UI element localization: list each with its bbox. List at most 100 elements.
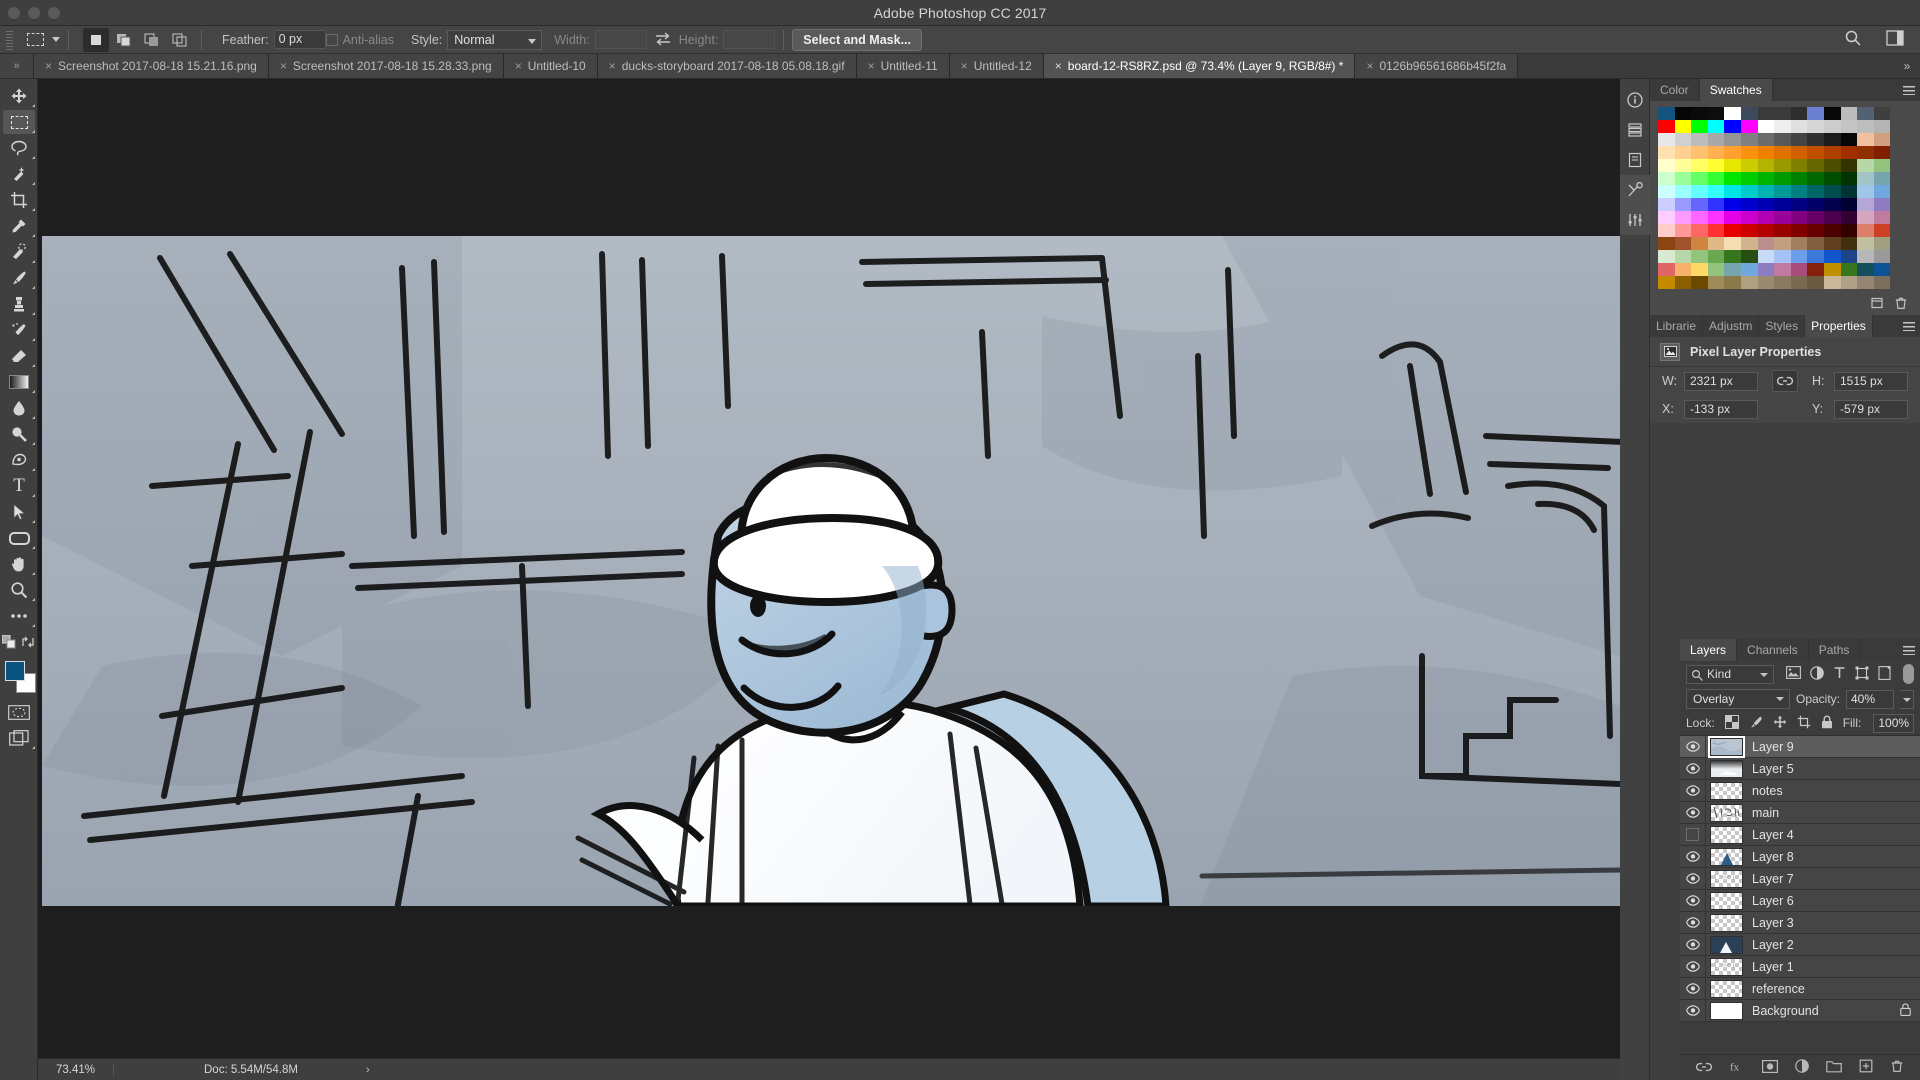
swatch[interactable] <box>1740 211 1758 224</box>
move-tool[interactable] <box>0 83 38 109</box>
swatch[interactable] <box>1707 159 1725 172</box>
swatch[interactable] <box>1740 263 1758 276</box>
layer-row[interactable]: Background <box>1680 999 1920 1022</box>
crop-tool[interactable] <box>0 187 38 213</box>
layer-row[interactable]: Layer 8 <box>1680 845 1920 868</box>
swatch[interactable] <box>1790 224 1808 237</box>
swatch[interactable] <box>1823 107 1841 120</box>
swatch[interactable] <box>1740 159 1758 172</box>
swatch[interactable] <box>1873 120 1891 133</box>
swatch[interactable] <box>1757 172 1775 185</box>
swatch[interactable] <box>1823 263 1841 276</box>
swatch[interactable] <box>1724 263 1741 276</box>
width-input[interactable] <box>594 30 647 49</box>
type-tool[interactable]: T <box>0 473 38 499</box>
swatch[interactable] <box>1840 107 1858 120</box>
swatch[interactable] <box>1757 146 1775 159</box>
quick-mask-icon[interactable] <box>0 699 38 725</box>
swatch[interactable] <box>1740 185 1758 198</box>
layer-list[interactable]: Layer 9 Layer 5 notes main Layer 4 Layer 8 Lay… <box>1680 735 1920 1054</box>
feather-input[interactable]: 0 px <box>273 30 326 49</box>
swatch[interactable] <box>1757 107 1775 120</box>
tab-adjustments[interactable]: Adjustm <box>1703 315 1760 337</box>
swatch[interactable] <box>1840 185 1858 198</box>
swatch[interactable] <box>1774 237 1791 250</box>
link-layers-icon[interactable] <box>1695 1060 1713 1075</box>
swatch[interactable] <box>1857 133 1874 146</box>
swatch[interactable] <box>1674 146 1692 159</box>
swatch[interactable] <box>1873 263 1891 276</box>
adjustments-icon[interactable] <box>1620 205 1650 235</box>
notes-icon[interactable] <box>1620 145 1650 175</box>
swatch[interactable] <box>1707 172 1725 185</box>
swatch[interactable] <box>1674 263 1692 276</box>
canvas-artboard[interactable] <box>42 236 1620 906</box>
swatch[interactable] <box>1757 250 1775 263</box>
swatch[interactable] <box>1823 276 1841 289</box>
swatch[interactable] <box>1740 237 1758 250</box>
swatch[interactable] <box>1790 185 1808 198</box>
swatch[interactable] <box>1674 185 1692 198</box>
swatch[interactable] <box>1807 263 1824 276</box>
swatch[interactable] <box>1790 133 1808 146</box>
lock-artboard-icon[interactable] <box>1797 715 1811 732</box>
layer-name[interactable]: reference <box>1752 982 1805 996</box>
swatch[interactable] <box>1840 224 1858 237</box>
swatch[interactable] <box>1691 198 1708 211</box>
close-icon[interactable]: × <box>1055 60 1062 72</box>
swatch[interactable] <box>1674 237 1692 250</box>
tab-styles[interactable]: Styles <box>1759 315 1806 337</box>
swatch[interactable] <box>1740 250 1758 263</box>
swatch[interactable] <box>1790 198 1808 211</box>
opacity-input[interactable]: 40% <box>1846 689 1894 709</box>
swatch[interactable] <box>1691 159 1708 172</box>
swatch[interactable] <box>1707 263 1725 276</box>
swatch[interactable] <box>1807 224 1824 237</box>
default-colors-icon[interactable] <box>0 629 19 655</box>
tab-properties[interactable]: Properties <box>1805 315 1873 337</box>
swatch[interactable] <box>1707 198 1725 211</box>
swatch[interactable] <box>1658 159 1675 172</box>
swatch[interactable] <box>1740 198 1758 211</box>
swatch[interactable] <box>1840 159 1858 172</box>
swatch[interactable] <box>1724 146 1741 159</box>
swatch[interactable] <box>1774 224 1791 237</box>
new-selection-button[interactable] <box>83 27 109 52</box>
close-icon[interactable]: × <box>868 60 875 72</box>
swatch[interactable] <box>1873 250 1891 263</box>
swatch[interactable] <box>1873 107 1891 120</box>
swatch[interactable] <box>1740 133 1758 146</box>
swatch[interactable] <box>1674 250 1692 263</box>
layer-filter-kind-select[interactable]: Kind <box>1686 664 1774 684</box>
swatch[interactable] <box>1823 159 1841 172</box>
layer-name[interactable]: Layer 9 <box>1752 740 1794 754</box>
close-icon[interactable]: × <box>1366 60 1373 72</box>
swatch[interactable] <box>1691 276 1708 289</box>
swatch[interactable] <box>1674 224 1692 237</box>
lock-all-icon[interactable] <box>1821 715 1833 732</box>
swatch[interactable] <box>1873 185 1891 198</box>
eye-icon[interactable] <box>1680 999 1706 1022</box>
layer-name[interactable]: Layer 6 <box>1752 894 1794 908</box>
swatch[interactable] <box>1707 211 1725 224</box>
swatch[interactable] <box>1807 211 1824 224</box>
new-group-icon[interactable] <box>1826 1060 1842 1076</box>
swatch[interactable] <box>1740 107 1758 120</box>
layer-row[interactable]: Layer 1 <box>1680 955 1920 978</box>
screen-mode-icon[interactable] <box>0 725 38 751</box>
swatch[interactable] <box>1774 263 1791 276</box>
color-selector[interactable] <box>0 659 38 699</box>
swatch[interactable] <box>1823 185 1841 198</box>
subtract-from-selection-button[interactable] <box>139 28 165 52</box>
swap-width-height-icon[interactable] <box>653 30 673 50</box>
eye-icon[interactable] <box>1680 911 1706 934</box>
swatch[interactable] <box>1707 146 1725 159</box>
layer-thumbnail[interactable] <box>1710 869 1743 888</box>
layer-row[interactable]: main <box>1680 801 1920 824</box>
zoom-tool[interactable] <box>0 577 38 603</box>
layer-row[interactable]: notes <box>1680 779 1920 802</box>
lock-image-pixels-icon[interactable] <box>1749 715 1763 732</box>
swatch[interactable] <box>1674 276 1692 289</box>
layer-thumbnail[interactable] <box>1710 957 1743 976</box>
layer-name[interactable]: Layer 7 <box>1752 872 1794 886</box>
